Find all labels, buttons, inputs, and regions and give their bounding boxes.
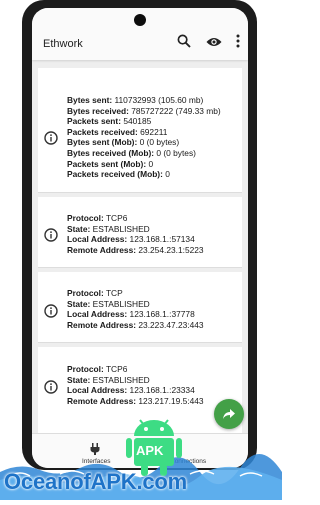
app-screen: Ethwork Bytes sent: 110732993 (105.60 mb… [32,8,248,468]
connection-line: Local Address: 123.168.1.:57134 [67,234,195,245]
connection-card[interactable]: Protocol: TCP6 State: ESTABLISHED Local … [38,197,242,268]
eye-icon[interactable] [206,35,222,53]
stat-line: Packets sent (Mob): 0 [67,158,154,169]
info-icon[interactable] [44,304,58,323]
stat-line: Bytes sent (Mob): 0 (0 bytes) [67,137,180,148]
connection-card[interactable]: Protocol: TCP State: ESTABLISHED Local A… [38,272,242,343]
connection-lines: Protocol: TCP State: ESTABLISHED Local A… [67,288,204,330]
connection-lines: Protocol: TCP6 State: ESTABLISHED Local … [67,213,204,255]
front-camera [134,14,146,26]
stat-line: Bytes received (Mob): 0 (0 bytes) [67,147,196,158]
search-icon[interactable] [177,34,191,53]
connections-list[interactable]: Bytes sent: 110732993 (105.60 mb) Bytes … [32,60,248,444]
stat-line: Bytes received: 785727222 (749.33 mb) [67,105,221,116]
connection-line: Remote Address: 23.223.47.23:443 [67,319,204,330]
stat-line: Bytes sent: 110732993 (105.60 mb) [67,95,204,105]
connection-line: Remote Address: 123.217.19.5:443 [67,395,204,406]
connection-line: State: ESTABLISHED [67,374,150,385]
connection-line: Protocol: TCP6 [67,213,128,223]
connection-line: State: ESTABLISHED [67,223,150,234]
connection-line: State: ESTABLISHED [67,298,150,309]
more-vert-icon[interactable] [236,34,240,53]
connection-line: Local Address: 123.168.1.:37778 [67,309,195,320]
info-icon[interactable] [44,131,58,150]
connection-line: Protocol: TCP6 [67,364,128,374]
stat-line: Packets received: 692211 [67,126,168,137]
connection-line: Protocol: TCP [67,288,123,298]
app-title: Ethwork [43,38,83,50]
connection-lines: Protocol: TCP6 State: ESTABLISHED Local … [67,364,204,406]
info-icon[interactable] [44,380,58,399]
info-icon[interactable] [44,228,58,247]
traffic-stats-card[interactable]: Bytes sent: 110732993 (105.60 mb) Bytes … [38,68,242,193]
connection-line: Local Address: 123.168.1.:23334 [67,385,195,396]
apk-badge-text: APK [136,443,164,458]
stat-line: Packets received (Mob): 0 [67,169,170,180]
watermark-text: OceanofAPK.com [4,469,188,494]
stat-line: Packets sent: 540185 [67,116,152,127]
connection-line: Remote Address: 23.254.23.1:5223 [67,244,204,255]
stats-lines: Bytes sent: 110732993 (105.60 mb) Bytes … [67,95,221,180]
